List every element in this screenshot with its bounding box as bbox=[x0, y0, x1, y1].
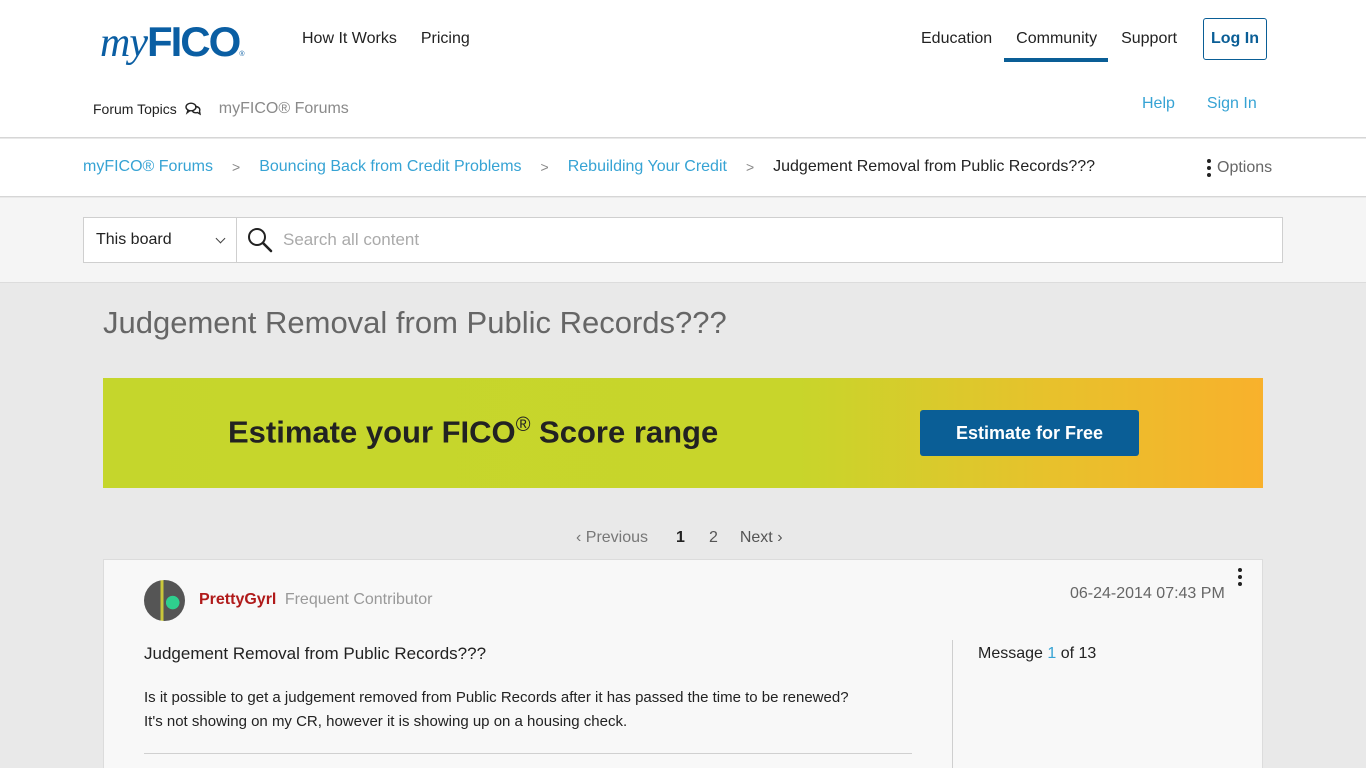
options-label: Options bbox=[1217, 159, 1273, 176]
banner-text-part: Score range bbox=[530, 414, 719, 450]
forum-post: PrettyGyrl Frequent Contributor 06-24-20… bbox=[103, 559, 1263, 768]
nav-community[interactable]: Community bbox=[1004, 30, 1108, 62]
nav-education[interactable]: Education bbox=[921, 30, 992, 48]
post-date: 06-24-2014 07:43 PM bbox=[1070, 585, 1225, 602]
myfico-logo[interactable]: my FICO ® bbox=[100, 18, 244, 70]
search-bar: This board bbox=[0, 198, 1366, 283]
estimate-for-free-button[interactable]: Estimate for Free bbox=[920, 410, 1139, 456]
breadcrumb-separator: > bbox=[232, 159, 241, 175]
search-scope-select[interactable]: This board bbox=[84, 218, 237, 262]
options-menu-button[interactable]: Options bbox=[1207, 159, 1272, 177]
forum-subnav: Forum Topics myFICO® Forums bbox=[93, 100, 349, 118]
breadcrumb-myfico-forums[interactable]: myFICO® Forums bbox=[83, 158, 213, 176]
primary-nav-left: How It Works Pricing bbox=[302, 30, 470, 48]
forum-topics-label: Forum Topics bbox=[93, 101, 177, 117]
breadcrumb-current: Judgement Removal from Public Records??? bbox=[773, 158, 1096, 175]
previous-label: Previous bbox=[585, 529, 649, 546]
page-1-current: 1 bbox=[676, 529, 685, 546]
page-title: Judgement Removal from Public Records??? bbox=[103, 305, 727, 340]
search-scope-value: This board bbox=[96, 231, 172, 248]
post-body-line: Is it possible to get a judgement remove… bbox=[144, 689, 849, 706]
next-page-button[interactable]: Next › bbox=[740, 529, 783, 547]
kebab-icon bbox=[1238, 568, 1242, 586]
author-name-link[interactable]: PrettyGyrl bbox=[199, 591, 276, 608]
nav-pricing[interactable]: Pricing bbox=[421, 30, 470, 48]
logo-my: my bbox=[100, 20, 148, 66]
primary-nav-right: Education Community Support bbox=[921, 30, 1177, 62]
nav-how-it-works[interactable]: How It Works bbox=[302, 30, 397, 48]
chevron-down-icon bbox=[215, 233, 226, 243]
breadcrumb-separator: > bbox=[540, 159, 549, 175]
banner-headline: Estimate your FICO® Score range bbox=[228, 414, 718, 450]
sign-in-link[interactable]: Sign In bbox=[1207, 95, 1257, 113]
search-form: This board bbox=[83, 217, 1283, 263]
search-icon[interactable] bbox=[237, 218, 283, 262]
help-link[interactable]: Help bbox=[1142, 95, 1175, 113]
banner-text-part: Estimate your FICO bbox=[228, 414, 516, 450]
logo-fico: FICO bbox=[146, 18, 241, 65]
fico-estimate-banner: Estimate your FICO® Score range Estimate… bbox=[103, 378, 1263, 488]
author-rank: Frequent Contributor bbox=[284, 591, 433, 608]
nav-support[interactable]: Support bbox=[1121, 30, 1177, 48]
page-2-link[interactable]: 2 bbox=[709, 529, 718, 547]
user-links: Help Sign In bbox=[1142, 95, 1257, 113]
post-subject: Judgement Removal from Public Records??? bbox=[144, 644, 487, 663]
login-button[interactable]: Log In bbox=[1203, 18, 1267, 60]
previous-page-button[interactable]: ‹ Previous bbox=[576, 529, 648, 547]
avatar[interactable] bbox=[144, 580, 185, 621]
post-options-button[interactable] bbox=[1238, 568, 1242, 586]
kebab-icon bbox=[1207, 159, 1211, 177]
search-input[interactable] bbox=[283, 218, 1282, 262]
myfico-forums-link[interactable]: myFICO® Forums bbox=[219, 100, 349, 118]
breadcrumb-bar: myFICO® Forums > Bouncing Back from Cred… bbox=[0, 139, 1366, 197]
post-body: Is it possible to get a judgement remove… bbox=[144, 686, 914, 734]
logo-reg: ® bbox=[239, 51, 245, 58]
breadcrumb: myFICO® Forums > Bouncing Back from Cred… bbox=[83, 158, 1095, 176]
post-divider bbox=[144, 753, 912, 754]
sidebar-divider bbox=[952, 640, 953, 768]
registered-mark: ® bbox=[515, 414, 531, 436]
next-label: Next bbox=[739, 529, 773, 546]
chat-bubbles-icon bbox=[185, 102, 201, 116]
breadcrumb-bouncing-back[interactable]: Bouncing Back from Credit Problems bbox=[259, 158, 521, 176]
post-body-line: It's not showing on my CR, however it is… bbox=[144, 713, 628, 730]
message-total: of 13 bbox=[1060, 645, 1097, 662]
message-counter: Message 1 of 13 bbox=[978, 645, 1096, 663]
breadcrumb-separator: > bbox=[745, 159, 755, 175]
breadcrumb-rebuilding-credit[interactable]: Rebuilding Your Credit bbox=[568, 158, 727, 176]
message-label: Message bbox=[978, 645, 1043, 662]
pagination: ‹ Previous 1 2 Next › bbox=[576, 529, 783, 547]
site-header: my FICO ® How It Works Pricing Education C… bbox=[0, 0, 1366, 138]
forum-topics-menu[interactable]: Forum Topics bbox=[93, 101, 201, 117]
message-number-link[interactable]: 1 bbox=[1047, 645, 1056, 662]
post-author: PrettyGyrl Frequent Contributor bbox=[199, 591, 432, 609]
